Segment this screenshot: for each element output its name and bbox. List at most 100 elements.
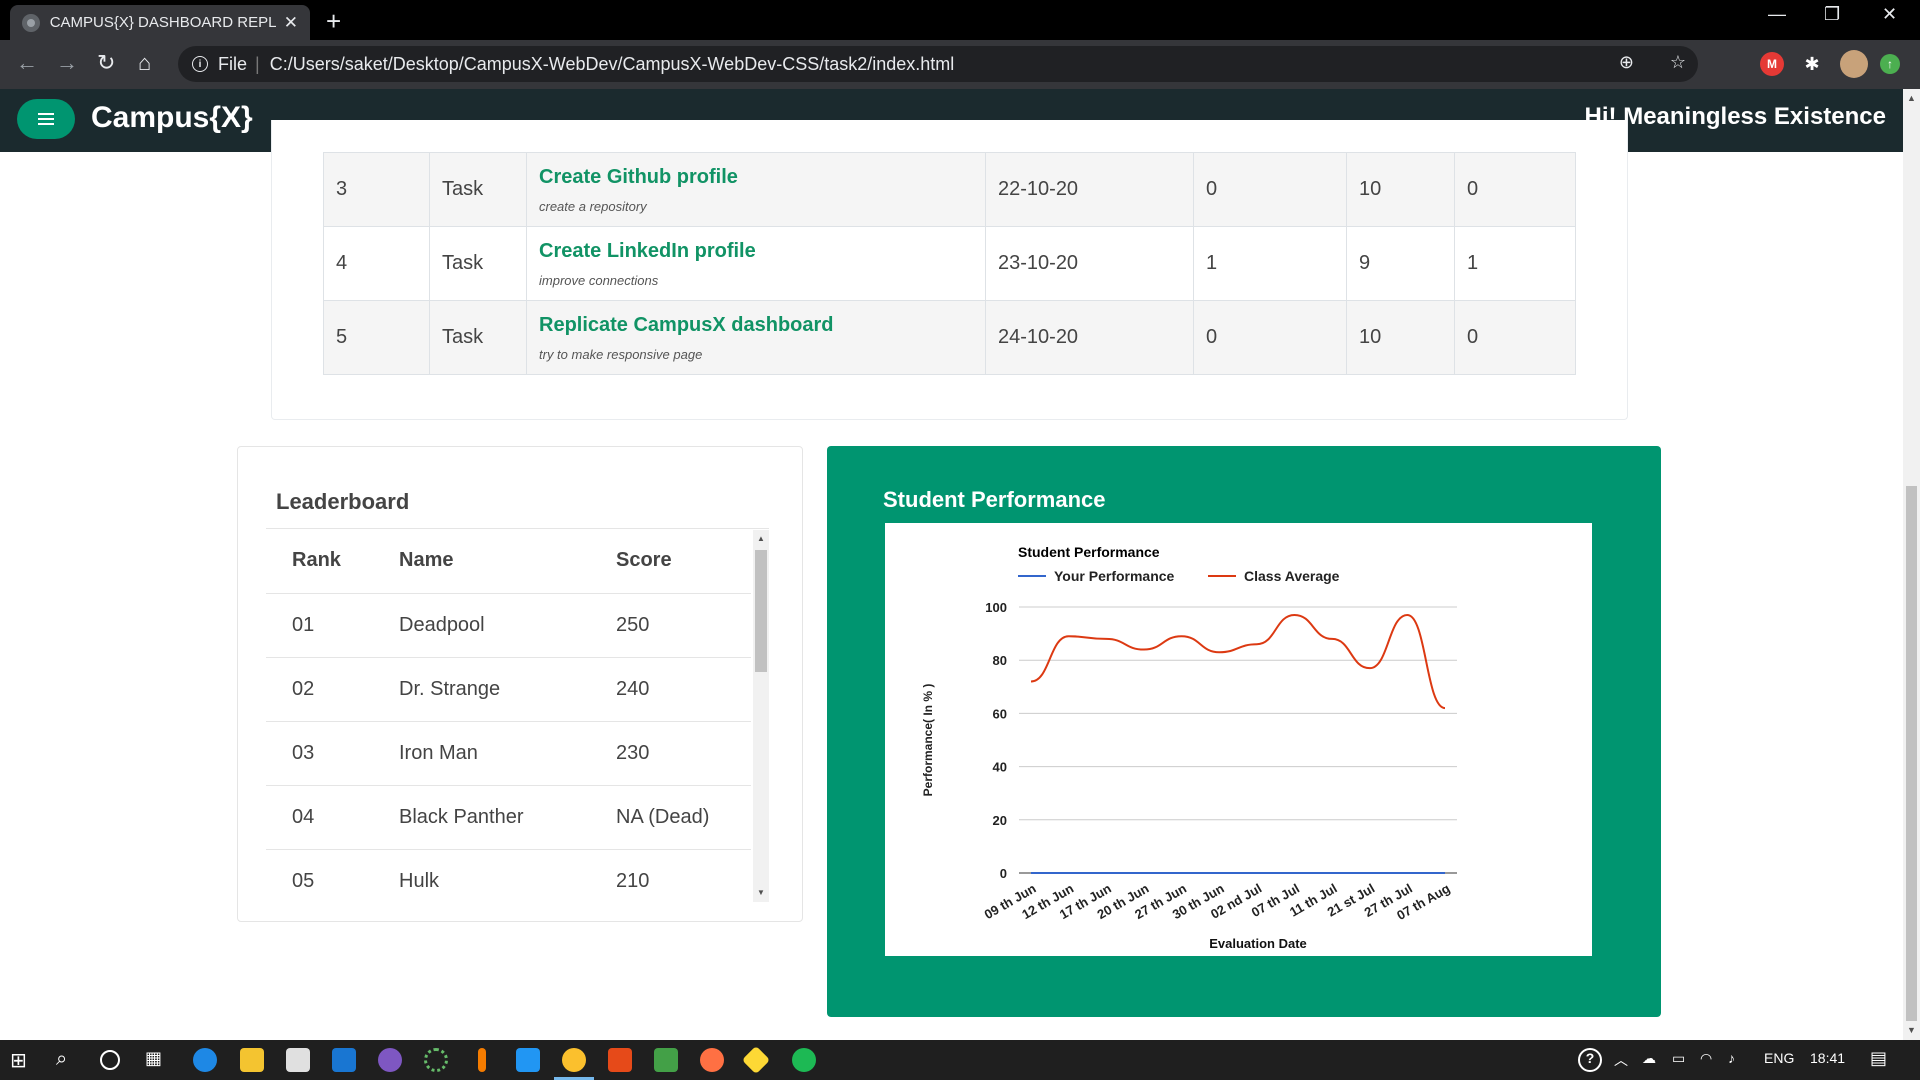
leaderboard-score: 240 [616, 657, 751, 722]
close-tab-icon[interactable]: ✕ [284, 13, 298, 33]
tasks-table: 3 Task Create Github profile create a repos… [323, 152, 1576, 375]
wifi-icon[interactable]: ◠ [1700, 1050, 1712, 1067]
tray-chevron-icon[interactable]: ︿ [1614, 1050, 1628, 1070]
git-icon[interactable] [741, 1045, 771, 1075]
address-bar[interactable]: i File | C:/Users/saket/Desktop/CampusX-… [178, 46, 1698, 82]
y-tick-label: 80 [993, 653, 1007, 668]
task-subtitle: create a repository [539, 198, 647, 214]
leaderboard-rank: 03 [266, 721, 399, 786]
leaderboard-scrollbar-thumb[interactable] [755, 550, 767, 672]
page-scrollbar-thumb[interactable] [1906, 486, 1917, 1021]
leaderboard-rank: 02 [266, 657, 399, 722]
home-button[interactable]: ⌂ [138, 50, 151, 76]
store-icon[interactable] [286, 1048, 310, 1072]
name-column-header: Name [399, 529, 616, 594]
help-icon[interactable]: ? [1578, 1048, 1602, 1072]
whatsapp-icon[interactable] [654, 1048, 678, 1072]
app-icon[interactable] [378, 1048, 402, 1072]
menu-toggle-button[interactable] [17, 99, 75, 139]
bookmark-star-icon[interactable]: ☆ [1670, 52, 1686, 73]
y-tick-label: 100 [985, 600, 1007, 615]
task-number: 5 [323, 300, 430, 375]
clock[interactable]: 18:41 [1810, 1050, 1845, 1066]
browser-tab[interactable]: CAMPUS{X} DASHBOARD REPLIC ✕ [10, 5, 310, 40]
cortana-icon[interactable] [100, 1050, 120, 1070]
y-axis-label: Performance( In % ) [921, 684, 935, 797]
performance-chart-svg: Student Performance Your Performance Class… [921, 544, 1457, 951]
leaderboard-scroll-up-icon[interactable]: ▲ [757, 534, 765, 543]
reload-button[interactable]: ↻ [97, 50, 115, 76]
task-value-2: 10 [1346, 300, 1455, 375]
task-row: 3 Task Create Github profile create a repos… [323, 152, 1576, 227]
leaderboard-row: 01 Deadpool 250 [266, 593, 751, 658]
restore-button[interactable]: ❐ [1824, 4, 1840, 25]
loader-app-icon[interactable] [424, 1048, 448, 1072]
leaderboard-row: 03 Iron Man 230 [266, 721, 751, 786]
scroll-down-arrow-icon[interactable]: ▼ [1907, 1025, 1916, 1035]
update-icon[interactable]: ↑ [1880, 54, 1900, 74]
series-line [1030, 613, 1446, 710]
leaderboard-score: NA (Dead) [616, 785, 751, 850]
extensions-puzzle-icon[interactable]: ✱ [1800, 52, 1824, 76]
windows-start-icon[interactable]: ⊞ [10, 1048, 34, 1072]
scroll-up-arrow-icon[interactable]: ▲ [1907, 93, 1916, 103]
page-scrollbar[interactable]: ▲ ▼ [1903, 89, 1920, 1040]
task-number: 4 [323, 226, 430, 301]
leaderboard-name: Deadpool [399, 593, 616, 658]
browser-tab-strip: CAMPUS{X} DASHBOARD REPLIC ✕ + — ❐ ✕ [0, 0, 1920, 40]
leaderboard-header-row: Rank Name Score [266, 529, 751, 594]
postman-icon[interactable] [700, 1048, 724, 1072]
new-tab-button[interactable]: + [326, 6, 341, 37]
task-date: 23-10-20 [985, 226, 1194, 301]
jupyter-icon[interactable] [478, 1048, 486, 1072]
file-explorer-icon[interactable] [240, 1048, 264, 1072]
rank-column-header: Rank [266, 529, 399, 594]
task-row: 5 Task Replicate CampusX dashboard try to m… [323, 300, 1576, 375]
minimize-button[interactable]: — [1768, 4, 1786, 25]
task-value-1: 0 [1193, 300, 1347, 375]
brand-logo-text: Campus{X} [91, 101, 253, 134]
back-button[interactable]: ← [16, 50, 38, 76]
chrome-icon[interactable] [562, 1048, 586, 1072]
profile-avatar-icon[interactable] [1840, 50, 1868, 78]
window-close-button[interactable]: ✕ [1882, 4, 1897, 25]
x-axis-label: Evaluation Date [1209, 936, 1307, 951]
notifications-icon[interactable]: ▤ [1870, 1048, 1887, 1069]
office-icon[interactable] [608, 1048, 632, 1072]
spotify-icon[interactable] [792, 1048, 816, 1072]
hamburger-icon [38, 113, 54, 125]
zoom-icon[interactable]: ⊕ [1619, 52, 1634, 73]
user-greeting: Hi! Meaningless Existence [1584, 103, 1886, 130]
url-text[interactable]: C:/Users/saket/Desktop/CampusX-WebDev/Ca… [270, 54, 955, 75]
task-title-link[interactable]: Replicate CampusX dashboard [539, 314, 985, 337]
vscode-icon[interactable] [516, 1048, 540, 1072]
legend-label: Your Performance [1054, 568, 1175, 584]
task-row: 4 Task Create LinkedIn profile improve conn… [323, 226, 1576, 301]
battery-icon[interactable]: ▭ [1672, 1050, 1685, 1067]
leaderboard-scrollbar[interactable]: ▲ ▼ [753, 530, 769, 902]
forward-button[interactable]: → [56, 50, 78, 76]
edge-icon[interactable] [193, 1048, 217, 1072]
volume-icon[interactable]: ♪ [1728, 1050, 1735, 1066]
mega-extension-icon[interactable]: M [1760, 52, 1784, 76]
leaderboard-scroll-down-icon[interactable]: ▼ [757, 888, 765, 897]
language-indicator[interactable]: ENG [1764, 1050, 1794, 1066]
leaderboard-name: Iron Man [399, 721, 616, 786]
cloud-icon[interactable]: ☁ [1642, 1050, 1656, 1067]
task-view-icon[interactable]: ▦ [145, 1048, 169, 1072]
leaderboard-row: 02 Dr. Strange 240 [266, 657, 751, 722]
task-title-link[interactable]: Create LinkedIn profile [539, 240, 985, 263]
score-column-header: Score [616, 529, 751, 594]
task-title-link[interactable]: Create Github profile [539, 166, 985, 189]
leaderboard-row: 04 Black Panther NA (Dead) [266, 785, 751, 850]
task-value-3: 0 [1454, 152, 1576, 227]
search-icon[interactable]: ⌕ [56, 1048, 80, 1072]
leaderboard-scroll-area[interactable]: Rank Name Score 01 Deadpool 250 02 Dr. Stran… [266, 528, 769, 902]
browser-toolbar: ← → ↻ ⌂ i File | C:/Users/saket/Desktop/… [0, 40, 1920, 89]
site-info-icon[interactable]: i [192, 56, 208, 72]
mail-icon[interactable] [332, 1048, 356, 1072]
task-date: 22-10-20 [985, 152, 1194, 227]
leaderboard-score: 210 [616, 849, 751, 902]
task-value-2: 9 [1346, 226, 1455, 301]
task-value-2: 10 [1346, 152, 1455, 227]
